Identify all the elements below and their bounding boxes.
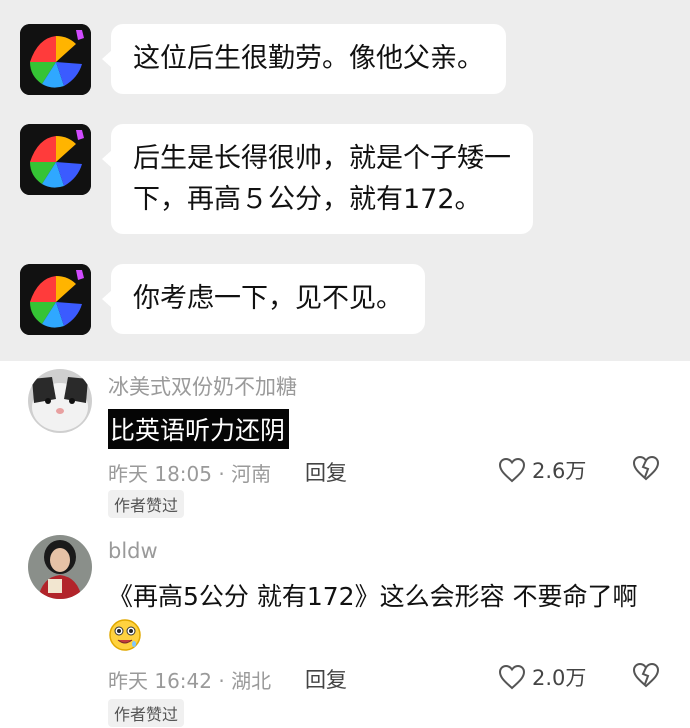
reply-button[interactable]: 回复	[305, 457, 347, 487]
comment-item: 冰美式双份奶不加糖 比英语听力还阴 昨天 18:05 · 河南 回复 2.6万 …	[0, 361, 690, 521]
drooling-face-emoji-icon	[108, 618, 142, 652]
heart-icon	[498, 457, 526, 483]
comment-text: 《再高5公分 就有172》这么会形容 不要命了啊	[108, 582, 638, 611]
like-count: 2.0万	[532, 666, 587, 690]
comment-text: 比英语听力还阴	[108, 409, 290, 449]
author-liked-badge: 作者赞过	[108, 490, 185, 518]
dislike-button[interactable]	[632, 455, 660, 485]
comment-meta: 昨天 16:42 · 湖北	[108, 669, 272, 693]
app-logo-avatar-icon	[20, 264, 91, 335]
message-text: 下，再高５公分，就有172。	[133, 184, 482, 215]
author-liked-badge: 作者赞过	[108, 699, 185, 727]
message-text: 这位后生很勤劳。像他父亲。	[133, 43, 484, 74]
reply-button[interactable]: 回复	[305, 664, 347, 694]
message-bubble: 你考虑一下，见不见。	[102, 264, 425, 334]
like-button[interactable]: 2.6万	[498, 455, 586, 485]
dislike-button[interactable]	[632, 662, 660, 692]
app-logo-avatar-icon	[20, 124, 91, 195]
cat-avatar-icon[interactable]	[28, 369, 92, 433]
message-text: 你考虑一下，见不见。	[133, 283, 403, 314]
like-button[interactable]: 2.0万	[498, 662, 586, 692]
comment-item: bldw 《再高5公分 就有172》这么会形容 不要命了啊 昨天 16:42 ·…	[0, 521, 690, 728]
message-bubble: 后生是长得很帅，就是个子矮一 下，再高５公分，就有172。	[102, 124, 533, 234]
person-avatar-icon[interactable]	[28, 535, 92, 599]
chat-panel: 这位后生很勤劳。像他父亲。 后生是长得很帅，就是个子矮一 下，再高５公分，就有1…	[0, 0, 690, 361]
comment-username[interactable]: 冰美式双份奶不加糖	[108, 371, 297, 401]
like-count: 2.6万	[532, 459, 587, 483]
message-bubble: 这位后生很勤劳。像他父亲。	[102, 24, 506, 94]
message-text: 后生是长得很帅，就是个子矮一	[133, 143, 511, 174]
broken-heart-icon	[632, 662, 660, 688]
heart-icon	[498, 664, 526, 690]
comment-username[interactable]: bldw	[108, 539, 158, 563]
comment-meta: 昨天 18:05 · 河南	[108, 462, 272, 486]
app-logo-avatar-icon	[20, 24, 91, 95]
broken-heart-icon	[632, 455, 660, 481]
